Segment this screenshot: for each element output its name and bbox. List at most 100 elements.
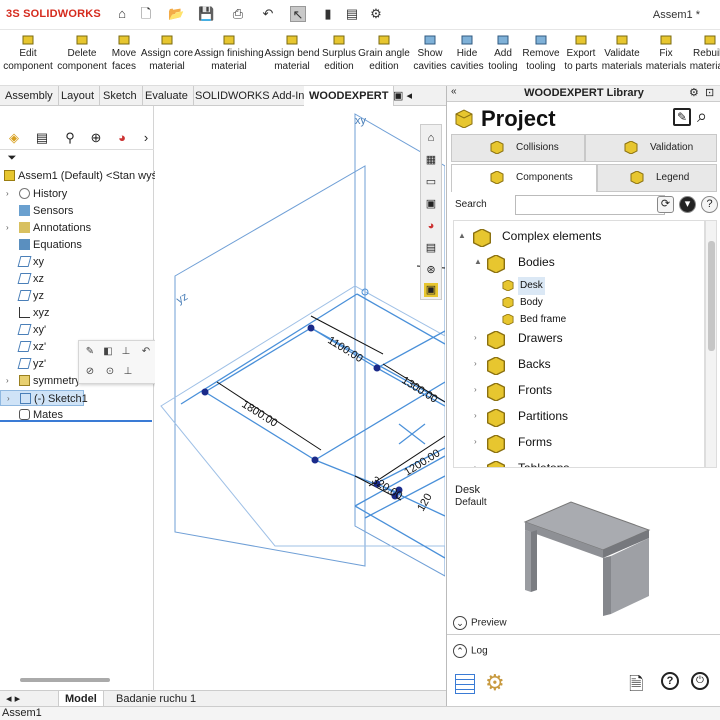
normal-to-icon[interactable]: ⊥ [119, 345, 133, 359]
home-icon[interactable]: ⌂ [114, 6, 130, 22]
home-icon[interactable]: ⌂ [424, 131, 438, 145]
hide-icon[interactable]: ⊘ [83, 365, 97, 379]
tab-solidworks-add-ins[interactable]: SOLIDWORKS Add-Ins [190, 86, 316, 106]
remove-tooling-button[interactable]: Remove tooling [520, 30, 562, 86]
search-input[interactable] [515, 195, 665, 215]
tab-motion-study[interactable]: Badanie ruchu 1 [110, 691, 202, 707]
export-to-parts-button[interactable]: Export to parts [564, 30, 598, 86]
edit-sketch-icon[interactable]: ✎ [83, 345, 97, 359]
assign-finishing-material-button[interactable]: Assign finishing material [194, 30, 264, 86]
log-expander[interactable]: ⌃ Log [453, 644, 488, 658]
solidworks-logo[interactable]: 3S SOLIDWORKS [6, 8, 101, 20]
sketch-points[interactable] [201, 288, 403, 500]
configuration-manager-icon[interactable]: ⚲ [62, 130, 78, 146]
chevron-down-icon: ⌄ [453, 616, 467, 630]
tab-assembly[interactable]: Assembly [0, 86, 59, 106]
settings-gear-icon[interactable]: ⚙ [689, 86, 699, 99]
pin-icon[interactable]: ⊥ [121, 365, 135, 379]
dimension-label-4[interactable]: 1200.00 [402, 447, 442, 478]
dropdown-icon[interactable]: ▾ [679, 196, 696, 213]
project-cube-icon [455, 109, 473, 128]
search-icon[interactable]: ⌕ [697, 106, 707, 127]
tab-validation[interactable]: Validation [585, 134, 717, 162]
rollback-icon[interactable]: ↶ [139, 345, 153, 359]
new-document-icon[interactable]: 🗋 [138, 6, 154, 22]
edit-component-button[interactable]: Edit component [0, 30, 56, 86]
panel-expand-icon[interactable]: › [138, 130, 154, 146]
chevron-icon: ◂ [406, 90, 412, 102]
tab-woodexpert[interactable]: WOODEXPERT [304, 86, 395, 106]
delete-component-button[interactable]: Delete component [56, 30, 108, 86]
filter-icon[interactable]: ⏷ [4, 150, 20, 166]
pin-icon[interactable]: ⊡ [705, 86, 714, 99]
add-tooling-button[interactable]: Add tooling [486, 30, 520, 86]
assign-core-material-button[interactable]: Assign core material [140, 30, 194, 86]
settings-gear-icon[interactable]: ⚙ [485, 670, 505, 696]
surplus-edition-button[interactable]: Surplus edition [320, 30, 358, 86]
zoom-to-selection-icon[interactable]: ⊙ [103, 365, 117, 379]
hide-cavities-button[interactable]: Hide cavities [448, 30, 486, 86]
scroll-arrows[interactable]: ◂ ▸ [0, 691, 40, 707]
open-icon[interactable]: 📂 [168, 6, 184, 22]
show-cavities-button[interactable]: Show cavities [412, 30, 448, 86]
appearance-icon[interactable]: ◕ [114, 130, 130, 146]
solidworks-resources-icon[interactable]: ⊛ [424, 263, 438, 277]
preview-expander[interactable]: ⌄ Preview [453, 616, 507, 630]
document-icon[interactable]: 🗎 [629, 672, 643, 702]
rebuild-materials-button[interactable]: Rebuild materials [688, 30, 720, 86]
tab-layout[interactable]: Layout [56, 86, 101, 106]
dimxpert-icon[interactable]: ⊕ [88, 130, 104, 146]
custom-properties-icon[interactable]: ▤ [424, 241, 438, 255]
woodexpert-icon[interactable]: ▣ [424, 283, 438, 297]
edit-component-icon [22, 35, 34, 45]
scrollbar-thumb[interactable] [708, 241, 715, 351]
dimension-label-1[interactable]: 1100.00 [325, 334, 364, 365]
design-library-icon[interactable]: ▦ [424, 153, 438, 167]
help-icon[interactable]: ? [701, 196, 718, 213]
appearances-icon[interactable]: ◕ [424, 219, 438, 233]
options-gear-icon[interactable]: ⚙ [368, 6, 384, 22]
tab-evaluate[interactable]: Evaluate [140, 86, 194, 106]
sketch-geometry[interactable] [180, 293, 445, 559]
help-icon[interactable]: ? [661, 672, 679, 690]
folder-cube-icon [487, 331, 505, 349]
grain-angle-edition-button[interactable]: Grain angle edition [358, 30, 410, 86]
dimension-label-2[interactable]: 1300.00 [399, 374, 439, 405]
status-bar: Assem1 [0, 706, 720, 720]
save-icon[interactable]: 💾 [198, 6, 214, 22]
edit-icon[interactable]: ✎ [673, 108, 691, 126]
tab-legend[interactable]: Legend [597, 164, 717, 192]
rebuild-icon[interactable]: ▮ [320, 6, 336, 22]
tab-model[interactable]: Model [58, 691, 104, 707]
tree-item-sketch1[interactable]: › (-) Sketch1 [0, 390, 88, 406]
horizontal-scrollbar[interactable] [20, 678, 110, 682]
feature-tree-icon[interactable]: ◈ [6, 130, 22, 146]
edit-component-icon[interactable]: ◧ [101, 345, 115, 359]
folder-cube-icon [487, 435, 505, 453]
undo-icon[interactable]: ↶ [260, 6, 276, 22]
power-icon[interactable]: ⏻ [691, 672, 709, 690]
move-faces-button[interactable]: Move faces [108, 30, 140, 86]
tab-overflow[interactable]: ▣ ◂ [388, 86, 446, 106]
graphics-viewport[interactable]: xy yz 1100.00 1300.00 1800.00 1200.00 32… [155, 106, 445, 690]
spreadsheet-icon[interactable] [455, 674, 475, 694]
validate-materials-button[interactable]: Validate materials [600, 30, 644, 86]
tab-collisions[interactable]: Collisions [451, 134, 585, 162]
desk-3d-preview[interactable] [517, 492, 657, 620]
file-properties-icon[interactable]: ▤ [344, 6, 360, 22]
view-palette-icon[interactable]: ▣ [424, 197, 438, 211]
feature-manager-panel: ◈ ▤ ⚲ ⊕ ◕ › ⏷ Assem1 (Default) <Stan wyś… [0, 106, 167, 690]
select-cursor-icon[interactable]: ↖ [290, 6, 306, 22]
refresh-icon[interactable]: ⟳ [657, 196, 674, 213]
preview-area: Desk Default [453, 480, 715, 630]
plane-icon [17, 358, 32, 369]
tab-sketch[interactable]: Sketch [98, 86, 143, 106]
assign-bend-material-button[interactable]: Assign bend material [264, 30, 320, 86]
property-manager-icon[interactable]: ▤ [34, 130, 50, 146]
fix-materials-button[interactable]: Fix materials [644, 30, 688, 86]
tab-components[interactable]: Components [451, 164, 597, 192]
print-icon[interactable]: ⎙ [230, 6, 246, 22]
tree-scrollbar[interactable] [705, 220, 717, 468]
assign-bend-material-icon [286, 35, 298, 45]
file-explorer-icon[interactable]: ▭ [424, 175, 438, 189]
